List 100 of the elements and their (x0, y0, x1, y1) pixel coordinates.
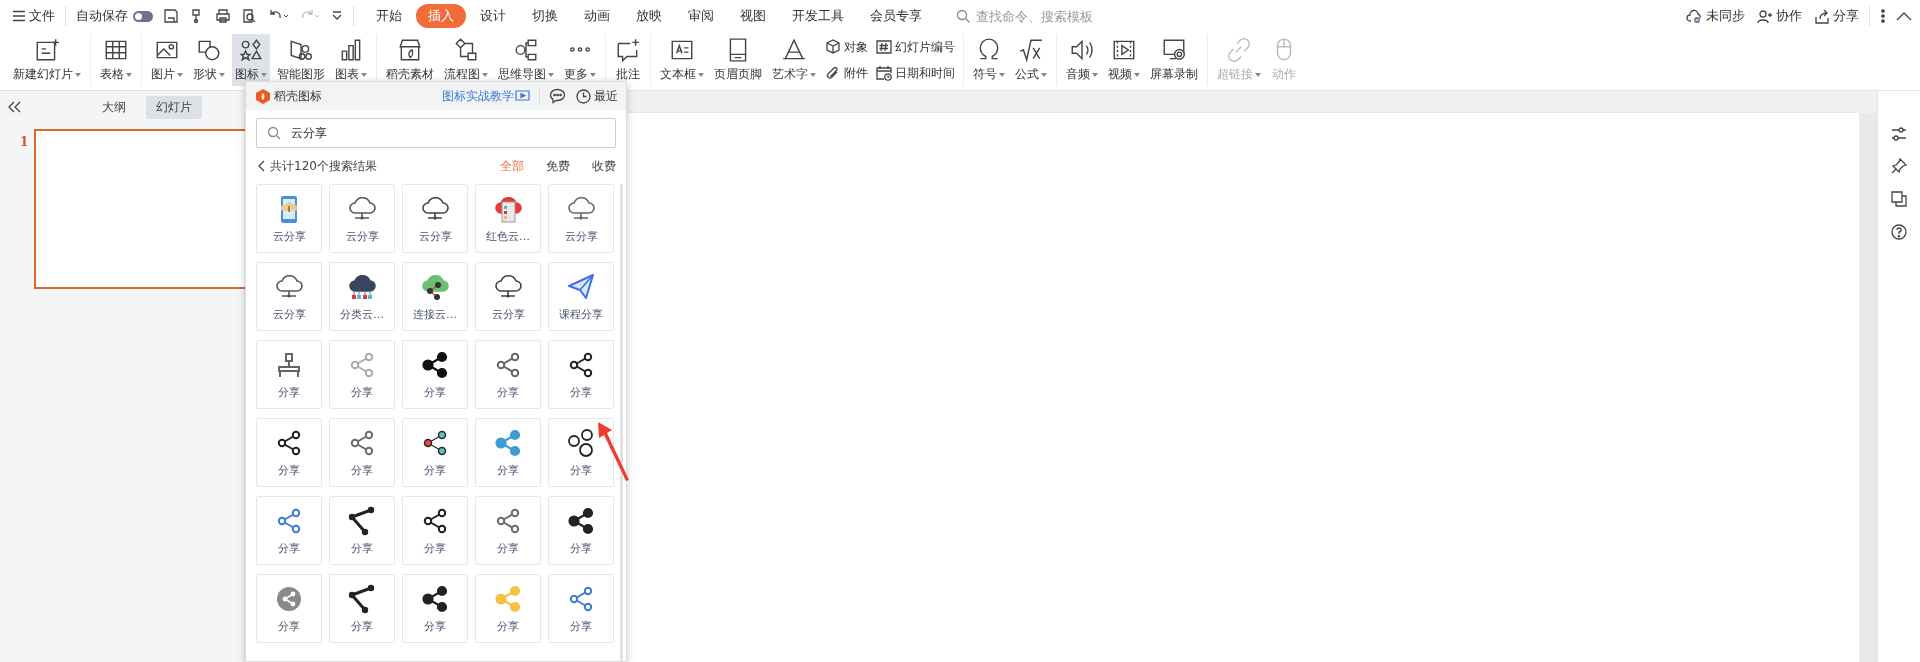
icon-result-tile[interactable]: 分享 (329, 340, 395, 409)
icon-result-tile[interactable]: 云分享 (329, 184, 395, 253)
ribbon-tab[interactable]: 会员专享 (858, 4, 934, 28)
icon-result-tile[interactable]: 分享 (329, 496, 395, 565)
ribbon-button[interactable]: 屏幕录制 (1147, 34, 1201, 86)
icon-result-tile[interactable]: 红色云… (475, 184, 541, 253)
icon-result-tile[interactable]: 分享 (256, 418, 322, 487)
sync-status-button[interactable]: 未同步 (1686, 7, 1745, 25)
icon-result-tile[interactable]: 课程分享 (548, 262, 614, 331)
icon-search-field[interactable]: 云分享 (256, 118, 616, 148)
ribbon-button[interactable]: 页眉页脚 (711, 34, 765, 86)
pin-icon[interactable] (1891, 158, 1907, 174)
search-icon (267, 126, 281, 140)
slide-thumbnail[interactable] (34, 129, 245, 289)
icon-label: 分享 (278, 463, 300, 478)
file-menu[interactable]: 文件 (12, 7, 55, 25)
share-button[interactable]: 分享 (1814, 7, 1859, 25)
icon-result-tile[interactable]: 云分享 (548, 184, 614, 253)
ribbon-button[interactable]: 艺术字 (769, 34, 819, 86)
help-icon[interactable] (1891, 224, 1907, 240)
ribbon-button[interactable]: 符号 (970, 34, 1008, 86)
ribbon-tab[interactable]: 动画 (572, 4, 622, 28)
icon-result-tile[interactable]: 连接云… (402, 262, 468, 331)
icon-result-tile[interactable]: 分享 (256, 340, 322, 409)
save-icon[interactable] (163, 8, 179, 24)
print-preview-icon[interactable] (241, 8, 257, 24)
ribbon-tab[interactable]: 审阅 (676, 4, 726, 28)
icon-result-tile[interactable]: 分享 (475, 496, 541, 565)
ribbon-tab[interactable]: 视图 (728, 4, 778, 28)
ribbon-tab[interactable]: 开发工具 (780, 4, 856, 28)
icon-result-tile[interactable]: 云分享 (402, 184, 468, 253)
print-icon[interactable] (215, 8, 231, 24)
ribbon-button[interactable]: 日期和时间 (876, 63, 955, 83)
autosave-toggle[interactable] (133, 10, 153, 22)
ribbon-button[interactable]: 新建幻灯片 (10, 34, 84, 86)
scrollbar[interactable] (1859, 113, 1877, 662)
ribbon-button[interactable]: 形状 (190, 34, 228, 86)
icon-result-tile[interactable]: 云分享 (475, 262, 541, 331)
recent-button[interactable]: 最近 (576, 87, 618, 105)
ribbon-button[interactable]: 公式 (1012, 34, 1050, 86)
icon-result-tile[interactable]: 分享 (402, 340, 468, 409)
icon-result-tile[interactable]: 分享 (548, 574, 614, 643)
icon-label: 分享 (351, 541, 373, 556)
icon-result-tile[interactable]: 分享 (548, 418, 614, 487)
icon-result-tile[interactable]: 分类云… (329, 262, 395, 331)
icon-result-tile[interactable]: 分享 (475, 574, 541, 643)
mind-map-icon (513, 37, 539, 63)
collaborate-button[interactable]: 协作 (1757, 7, 1802, 25)
ribbon-tab[interactable]: 开始 (364, 4, 414, 28)
icon-result-tile[interactable]: 分享 (548, 496, 614, 565)
link-icon (1226, 37, 1252, 63)
icon-result-tile[interactable]: 分享 (402, 574, 468, 643)
icon-result-tile[interactable]: 云分享 (256, 262, 322, 331)
ribbon-button[interactable]: 图标 (232, 34, 270, 86)
ribbon-button[interactable]: 批注 (612, 34, 644, 86)
copy-icon[interactable] (1891, 191, 1907, 207)
icon-result-tile[interactable]: 分享 (329, 574, 395, 643)
ribbon-button[interactable]: 对象 (825, 37, 868, 57)
icon-result-tile[interactable]: 分享 (402, 418, 468, 487)
icon-result-tile[interactable]: 云分享 (256, 184, 322, 253)
icon-label: 分享 (424, 463, 446, 478)
back-chevron-icon[interactable] (258, 160, 266, 172)
calendar-clock-icon (876, 65, 892, 81)
caret-icon (75, 72, 81, 77)
tutorial-link[interactable]: 图标实战教学 (442, 87, 530, 105)
ribbon-button[interactable]: 文本框 (657, 34, 707, 86)
ribbon-button[interactable]: 稻壳素材 (383, 34, 437, 86)
caret-icon (1092, 72, 1098, 77)
more-options-icon[interactable] (1880, 8, 1886, 24)
icon-result-tile[interactable]: 分享 (329, 418, 395, 487)
command-search-field[interactable]: 查找命令、搜索模板 (974, 7, 1118, 25)
slide-number-icon (876, 39, 892, 55)
sliders-icon[interactable] (1891, 127, 1907, 141)
icon-result-tile[interactable]: 分享 (256, 574, 322, 643)
ribbon-tab[interactable]: 切换 (520, 4, 570, 28)
caret-icon (590, 72, 596, 77)
ribbon-button[interactable]: 图片 (148, 34, 186, 86)
collapse-ribbon-icon[interactable] (1896, 11, 1912, 21)
icon-result-tile[interactable]: 分享 (475, 418, 541, 487)
icon-result-tile[interactable]: 分享 (256, 496, 322, 565)
ribbon-tab[interactable]: 设计 (468, 4, 518, 28)
ribbon-button[interactable]: 附件 (825, 63, 868, 83)
pane-tab[interactable]: 幻灯片 (146, 95, 202, 119)
ribbon-tab[interactable]: 放映 (624, 4, 674, 28)
pane-tab[interactable]: 大纲 (92, 95, 136, 119)
chat-icon[interactable] (549, 88, 566, 104)
filter-tab[interactable]: 收费 (592, 157, 616, 175)
panel-title: 稻壳图标 (274, 87, 322, 105)
ribbon-button[interactable]: 表格 (97, 34, 135, 86)
collapse-pane-icon[interactable] (8, 101, 22, 113)
ribbon-button[interactable]: 音频 (1063, 34, 1101, 86)
filter-tab[interactable]: 免费 (546, 157, 570, 175)
icon-label: 分享 (351, 463, 373, 478)
icon-result-tile[interactable]: 分享 (402, 496, 468, 565)
ribbon-button[interactable]: 智能图形 (274, 34, 328, 86)
ribbon-button[interactable]: 视频 (1105, 34, 1143, 86)
icon-result-tile[interactable]: 分享 (548, 340, 614, 409)
ribbon-button[interactable]: 幻灯片编号 (876, 37, 955, 57)
caret-icon (810, 72, 816, 77)
icon-result-tile[interactable]: 分享 (475, 340, 541, 409)
